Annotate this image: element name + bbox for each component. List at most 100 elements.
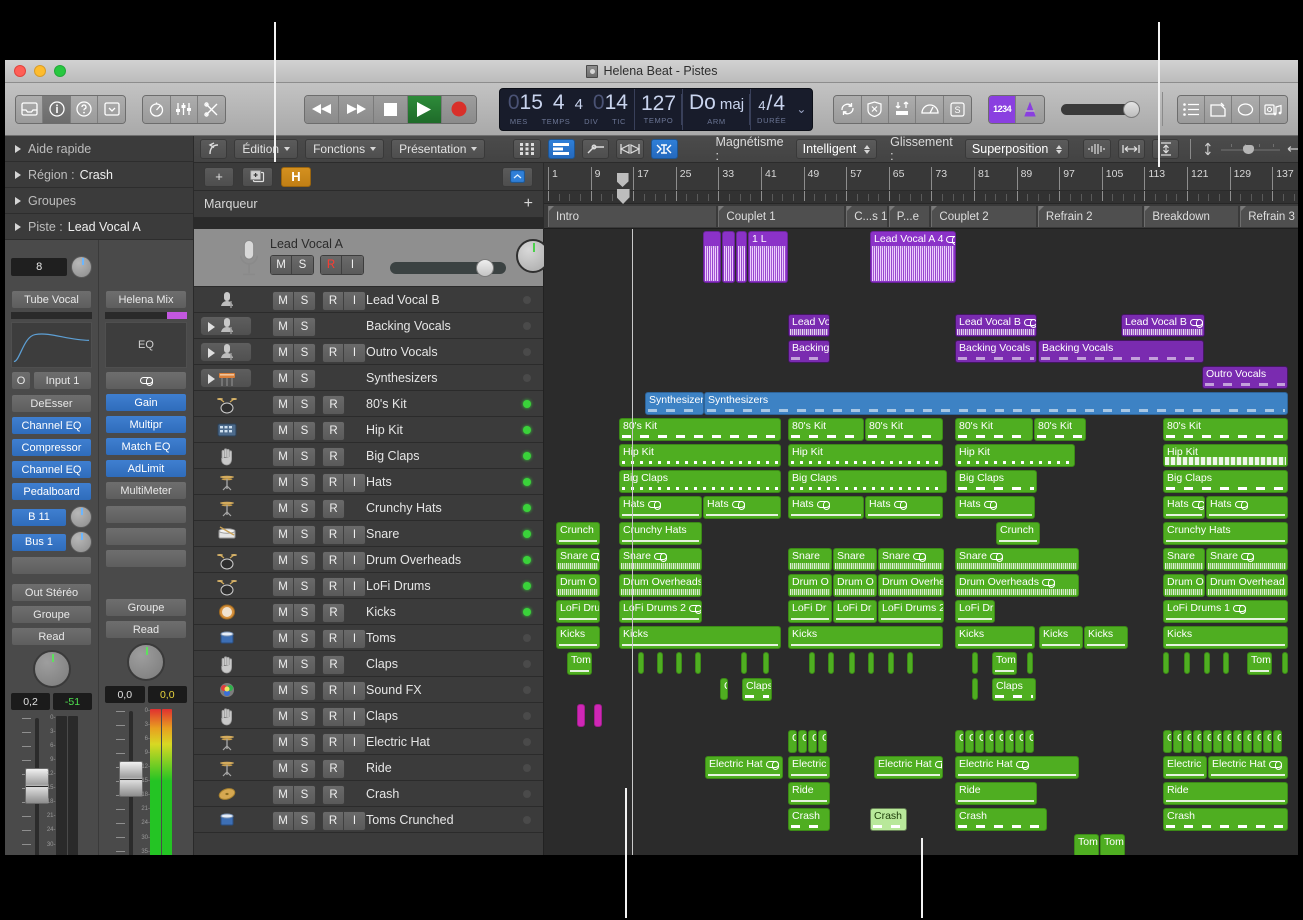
rec-input-box[interactable]: R [322, 785, 345, 805]
marker[interactable]: C...s 1 [846, 206, 887, 227]
mute-solo-box[interactable]: MS [272, 577, 316, 597]
region[interactable]: Hats [955, 496, 1035, 519]
library-icon[interactable] [16, 96, 43, 123]
inspector-row-track[interactable]: Piste : Lead Vocal A [5, 214, 193, 240]
region[interactable]: Hats [1163, 496, 1205, 519]
solo-button[interactable]: S [294, 370, 315, 388]
record-button[interactable] [442, 96, 476, 123]
mute-button[interactable]: M [273, 318, 294, 336]
solo-button[interactable]: S [294, 344, 315, 362]
record-enable-button[interactable]: R [323, 578, 344, 596]
region[interactable]: Electric [788, 756, 830, 779]
fit-height-icon[interactable] [1152, 139, 1179, 159]
solo-button[interactable]: S [294, 708, 315, 726]
region[interactable]: Drum Overhea [878, 574, 944, 597]
region[interactable]: Hats [1206, 496, 1288, 519]
lcd-position[interactable]: 015 4 4 014 MES TEMPS DIV TIC [502, 89, 634, 130]
plugin-slot[interactable]: Compressor [11, 438, 92, 457]
region[interactable]: Lead Vocal A 4 [870, 231, 956, 283]
region[interactable]: 80's Kit [619, 418, 781, 441]
solo-button[interactable]: S [294, 500, 315, 518]
input-monitor-button[interactable]: I [344, 630, 365, 648]
region[interactable]: Crunchy Hats [1163, 522, 1288, 545]
region[interactable]: Tom [1100, 834, 1125, 855]
channel-output-button[interactable]: Out Stéréo [11, 583, 92, 602]
mute-button[interactable]: M [273, 812, 294, 830]
mute-solo-box[interactable]: MS [272, 447, 316, 467]
mute-button[interactable]: M [273, 656, 294, 674]
region[interactable]: Hats [865, 496, 943, 519]
region[interactable] [1163, 652, 1169, 674]
channel-pan-value[interactable]: 0,0 [105, 686, 145, 703]
region[interactable]: Lead Vocal B [1121, 314, 1205, 337]
channel-pan-knob[interactable] [127, 643, 165, 681]
channel-setting-button[interactable]: Tube Vocal [11, 290, 92, 309]
mute-button[interactable]: M [273, 500, 294, 518]
back-arrow-icon[interactable] [200, 139, 227, 159]
region[interactable]: Drum Overhead [1206, 574, 1288, 597]
region[interactable]: C [1223, 730, 1232, 753]
region[interactable]: Synthesizers [645, 392, 704, 415]
region[interactable]: C [1253, 730, 1262, 753]
defeat-icon[interactable] [862, 96, 889, 123]
region[interactable]: Kicks [1039, 626, 1083, 649]
mute-button[interactable]: M [273, 604, 294, 622]
toolbar-toggle-icon[interactable] [98, 96, 125, 123]
channel-small-knob[interactable] [71, 256, 92, 278]
rewind-button[interactable] [305, 96, 339, 123]
region[interactable]: C [985, 730, 994, 753]
region[interactable]: Tom [1074, 834, 1099, 855]
rec-input-box[interactable]: RI [322, 707, 366, 727]
region[interactable]: Hip Kit [955, 444, 1075, 467]
solo-button[interactable]: S [294, 812, 315, 830]
mute-button[interactable]: M [273, 344, 294, 362]
region[interactable]: Drum Overheads [955, 574, 1079, 597]
marker[interactable]: Refrain 3 [1240, 206, 1298, 227]
mute-solo-box[interactable]: MS [272, 551, 316, 571]
region[interactable]: C [1173, 730, 1182, 753]
mute-solo-box[interactable]: M S [270, 255, 314, 275]
solo-button[interactable]: S [294, 578, 315, 596]
mute-button[interactable]: M [273, 682, 294, 700]
track-header-crash[interactable]: MSRCrash [194, 781, 543, 807]
region[interactable]: Backing Vocals [955, 340, 1037, 363]
region[interactable]: C [1273, 730, 1282, 753]
record-enable-button[interactable]: R [323, 344, 344, 362]
drag-popup[interactable]: Superposition [965, 139, 1069, 159]
region[interactable]: C [1005, 730, 1014, 753]
snap-popup[interactable]: Intelligent [796, 139, 878, 159]
region[interactable]: Electric Hat [955, 756, 1079, 779]
record-enable-button[interactable]: R [323, 448, 344, 466]
region[interactable]: 80's Kit [1034, 418, 1086, 441]
region[interactable]: Lead Vo [788, 314, 830, 337]
track-header-big-claps[interactable]: MSRBig Claps [194, 443, 543, 469]
region[interactable]: C [965, 730, 974, 753]
mute-solo-box[interactable]: MS [272, 369, 316, 389]
hide-tracks-button[interactable]: H [281, 167, 311, 187]
track-header-crunchy-hats[interactable]: MSRCrunchy Hats [194, 495, 543, 521]
marker-lane[interactable]: IntroCouplet 1C...s 1P...eCouplet 2Refra… [544, 204, 1298, 229]
region[interactable]: C [1015, 730, 1024, 753]
region[interactable]: Lead Vocal B [955, 314, 1037, 337]
mute-solo-box[interactable]: MS [272, 759, 316, 779]
track-header-synthesizers[interactable]: MSSynthesizers [194, 365, 543, 391]
region[interactable]: LoFi Dr [955, 600, 995, 623]
mute-button[interactable]: M [273, 760, 294, 778]
region[interactable]: Crunch [556, 522, 600, 545]
region[interactable]: Snare [833, 548, 877, 571]
automation-icon[interactable] [582, 139, 609, 159]
input-monitor-button[interactable]: I [344, 552, 365, 570]
region[interactable]: C [720, 678, 728, 700]
channel-mono-button[interactable]: O [11, 371, 31, 390]
add-track-button[interactable]: + [204, 167, 234, 187]
region[interactable]: Snare [788, 548, 832, 571]
region[interactable]: Crash [788, 808, 830, 831]
region[interactable] [868, 652, 874, 674]
region[interactable] [638, 652, 644, 674]
plugin-slot[interactable]: MultiMeter [105, 481, 187, 500]
mute-solo-box[interactable]: MS [272, 629, 316, 649]
send-knob[interactable] [70, 506, 92, 528]
channel-group-button[interactable]: Groupe [105, 598, 187, 617]
region[interactable]: Electric Hat [874, 756, 943, 779]
catch-icon[interactable] [651, 139, 678, 159]
